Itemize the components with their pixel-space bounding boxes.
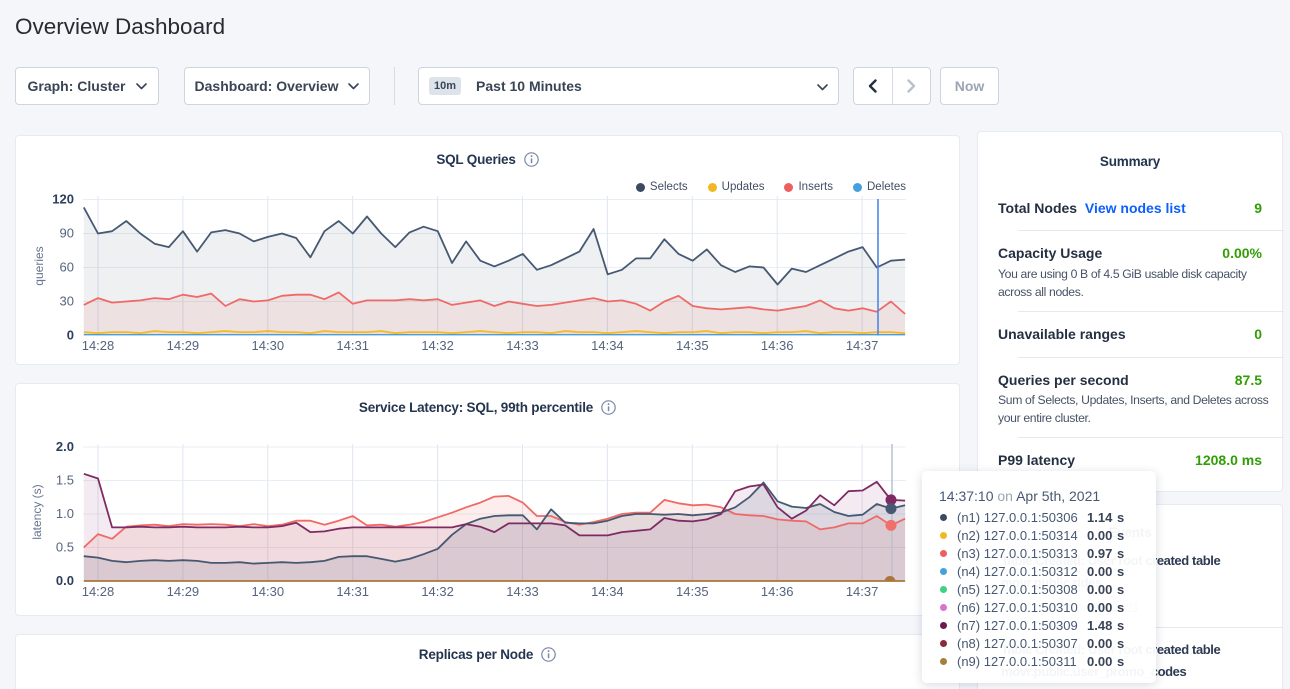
svg-text:14:34: 14:34	[591, 584, 624, 599]
svg-text:14:30: 14:30	[252, 584, 285, 599]
svg-text:0: 0	[67, 328, 74, 343]
svg-text:14:29: 14:29	[167, 584, 200, 599]
svg-text:14:33: 14:33	[506, 338, 539, 353]
svg-text:14:31: 14:31	[336, 338, 369, 353]
svg-text:30: 30	[60, 294, 74, 309]
svg-text:14:31: 14:31	[336, 584, 369, 599]
svg-text:0.0: 0.0	[56, 573, 74, 588]
svg-text:14:36: 14:36	[761, 584, 794, 599]
svg-text:14:29: 14:29	[167, 338, 200, 353]
svg-text:14:35: 14:35	[676, 338, 709, 353]
svg-text:1.5: 1.5	[56, 473, 74, 488]
svg-text:14:32: 14:32	[421, 584, 454, 599]
svg-text:14:34: 14:34	[591, 338, 624, 353]
svg-text:latency (s): latency (s)	[30, 484, 44, 539]
svg-text:14:32: 14:32	[421, 338, 454, 353]
svg-text:14:30: 14:30	[252, 338, 285, 353]
svg-text:14:37: 14:37	[846, 584, 879, 599]
svg-text:14:28: 14:28	[82, 584, 115, 599]
svg-text:14:35: 14:35	[676, 584, 709, 599]
svg-text:90: 90	[60, 226, 74, 241]
svg-text:14:36: 14:36	[761, 338, 794, 353]
svg-text:2.0: 2.0	[56, 439, 74, 454]
svg-text:14:37: 14:37	[846, 338, 879, 353]
svg-text:queries: queries	[32, 246, 46, 285]
svg-text:14:28: 14:28	[82, 338, 115, 353]
svg-text:120: 120	[52, 192, 74, 207]
svg-text:0.5: 0.5	[56, 540, 74, 555]
svg-text:1.0: 1.0	[56, 506, 74, 521]
svg-text:60: 60	[60, 260, 74, 275]
svg-text:14:33: 14:33	[506, 584, 539, 599]
